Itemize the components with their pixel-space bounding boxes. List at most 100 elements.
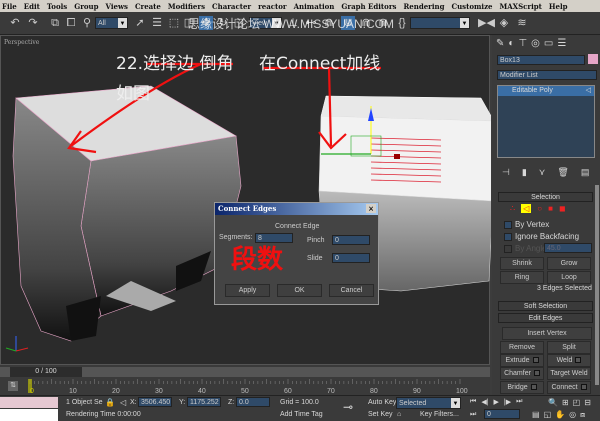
create-tab-icon[interactable]: ✎ — [496, 38, 504, 49]
weld-button[interactable]: Weld — [547, 354, 591, 367]
time-slider-thumb[interactable]: 0 / 100 — [10, 367, 82, 377]
utilities-tab-icon[interactable]: ☰ — [557, 38, 566, 49]
menu-animation[interactable]: Animation — [294, 2, 335, 11]
pinch-spinner[interactable]: 0 — [332, 235, 370, 245]
selection-filter-dropdown[interactable]: All ▼ — [95, 17, 128, 29]
configure-sets-icon[interactable]: ▤ — [581, 167, 590, 178]
apply-button[interactable]: Apply — [225, 284, 270, 297]
menu-file[interactable]: File — [2, 2, 17, 11]
x-coordinate-field[interactable]: 3506.450 — [138, 397, 172, 407]
menu-views[interactable]: Views — [106, 2, 128, 11]
unlink-icon[interactable]: ⧠ — [64, 16, 78, 30]
orbit-icon[interactable]: ◎ — [569, 410, 576, 420]
by-vertex-checkbox[interactable]: By Vertex — [504, 220, 549, 229]
menu-edit[interactable]: Edit — [24, 2, 40, 11]
angle-spinner[interactable]: 45.0 — [544, 243, 592, 253]
ok-button[interactable]: OK — [277, 284, 322, 297]
play-icon[interactable]: ▶ — [494, 398, 499, 406]
go-to-end-icon[interactable]: ⏭ — [516, 398, 522, 406]
object-color-swatch[interactable] — [588, 54, 598, 64]
polygon-icon[interactable]: ■ — [548, 204, 553, 213]
menu-graph-editors[interactable]: Graph Editors — [341, 2, 396, 11]
y-coordinate-field[interactable]: 1175.252 — [187, 397, 221, 407]
z-coordinate-field[interactable]: 0.0 — [236, 397, 270, 407]
pan-icon[interactable]: ✋ — [555, 410, 565, 420]
cancel-button[interactable]: Cancel — [329, 284, 374, 297]
insert-vertex-button[interactable]: Insert Vertex — [502, 327, 592, 340]
ring-button[interactable]: Ring — [500, 271, 544, 284]
menu-character[interactable]: Character — [212, 2, 251, 11]
previous-frame-icon[interactable]: ◀| — [481, 398, 488, 406]
edit-edges-rollout-header[interactable]: Edit Edges — [498, 313, 593, 323]
object-name-field[interactable]: Box13 — [497, 55, 585, 65]
mirror-icon[interactable]: ▶◀ — [478, 16, 495, 30]
zoom-extents-all-icon[interactable]: ⊟ — [584, 398, 591, 407]
menu-modifiers[interactable]: Modifiers — [168, 2, 205, 11]
menu-maxscript[interactable]: MAXScript — [500, 2, 542, 11]
select-by-name-icon[interactable]: ☰ — [150, 16, 164, 30]
go-to-start-icon[interactable]: ⏮ — [470, 398, 476, 406]
ignore-backfacing-checkbox[interactable]: Ignore Backfacing — [504, 232, 579, 241]
remove-button[interactable]: Remove — [500, 341, 544, 354]
redo-icon[interactable]: ↷ — [26, 16, 40, 30]
key-mode-toggle-icon[interactable]: ⏭ — [470, 411, 476, 419]
modify-tab-icon[interactable]: ◐ — [508, 38, 514, 49]
edit-named-selection-icon[interactable]: {} — [395, 16, 409, 30]
border-icon[interactable]: ○ — [537, 204, 542, 213]
chamfer-button[interactable]: Chamfer — [500, 367, 544, 380]
grow-button[interactable]: Grow — [547, 257, 591, 270]
add-time-tag[interactable]: Add Time Tag — [280, 411, 323, 418]
menu-rendering[interactable]: Rendering — [403, 2, 444, 11]
link-icon[interactable]: ⧉ — [48, 16, 62, 30]
extrude-settings-icon[interactable] — [532, 357, 539, 364]
menu-create[interactable]: Create — [135, 2, 161, 11]
show-end-result-icon[interactable]: ▮ — [522, 167, 527, 178]
time-slider-track[interactable]: 0 / 100 — [0, 367, 490, 377]
frame-ruler[interactable]: 0102030405060708090100 — [0, 378, 490, 395]
current-frame-field[interactable]: 0 — [484, 409, 520, 419]
remove-modifier-icon[interactable]: 🗑 — [557, 167, 568, 178]
slide-spinner[interactable]: 0 — [332, 253, 370, 263]
target-weld-button[interactable]: Target Weld — [547, 367, 591, 380]
menu-group[interactable]: Group — [74, 2, 98, 11]
split-button[interactable]: Split — [547, 341, 591, 354]
time-config-icon[interactable]: ▤ — [532, 410, 540, 420]
extrude-button[interactable]: Extrude — [500, 354, 544, 367]
time-cursor[interactable] — [28, 379, 32, 393]
auto-key-button[interactable]: Auto Key — [368, 399, 396, 406]
perspective-viewport[interactable]: Perspective 22.选择边 倒角 如图 在Connect加线 — [0, 35, 491, 365]
undo-icon[interactable]: ↶ — [8, 16, 22, 30]
absolute-mode-icon[interactable]: ◁ — [120, 398, 126, 407]
motion-tab-icon[interactable]: ◎ — [531, 38, 540, 49]
key-lock-icon[interactable]: ⌂ — [397, 411, 401, 418]
chamfer-settings-icon[interactable] — [533, 370, 540, 377]
menu-help[interactable]: Help — [549, 2, 568, 11]
key-filters-button[interactable]: Key Filters... — [420, 411, 459, 418]
bind-space-warp-icon[interactable]: ⚲ — [80, 16, 94, 30]
weld-settings-icon[interactable] — [575, 357, 582, 364]
layer-manager-icon[interactable]: ≋ — [515, 16, 529, 30]
edge-mode-icon[interactable]: ◁ — [521, 204, 532, 213]
pin-stack-icon[interactable]: ⊣ — [502, 167, 510, 178]
stack-item-editable-poly[interactable]: Editable Poly ◁ — [498, 86, 594, 96]
close-icon[interactable]: × — [366, 204, 376, 213]
modifier-list-dropdown[interactable]: Modifier List — [497, 70, 597, 80]
shrink-button[interactable]: Shrink — [500, 257, 544, 270]
display-tab-icon[interactable]: ▭ — [544, 38, 553, 49]
select-object-icon[interactable]: ➚ — [133, 16, 147, 30]
soft-selection-rollout-header[interactable]: Soft Selection — [498, 301, 593, 311]
vertex-icon[interactable]: ∴ — [510, 204, 515, 213]
menu-reactor[interactable]: reactor — [258, 2, 287, 11]
next-frame-icon[interactable]: |▶ — [504, 398, 511, 406]
make-unique-icon[interactable]: ⋎ — [539, 167, 546, 178]
menu-customize[interactable]: Customize — [452, 2, 493, 11]
zoom-extents-icon[interactable]: ◰ — [573, 398, 581, 407]
selection-rollout-header[interactable]: Selection — [498, 192, 593, 202]
key-mode-dropdown[interactable]: Selected ▼ — [396, 397, 461, 409]
lock-icon[interactable]: 🔒 — [105, 398, 115, 407]
dialog-titlebar[interactable]: Connect Edges × — [215, 203, 378, 215]
set-key-button[interactable]: Set Key — [368, 411, 393, 418]
hierarchy-tab-icon[interactable]: ⊤ — [518, 38, 527, 49]
named-selection-dropdown[interactable]: ▼ — [410, 17, 470, 29]
bridge-button[interactable]: Bridge — [500, 381, 544, 394]
